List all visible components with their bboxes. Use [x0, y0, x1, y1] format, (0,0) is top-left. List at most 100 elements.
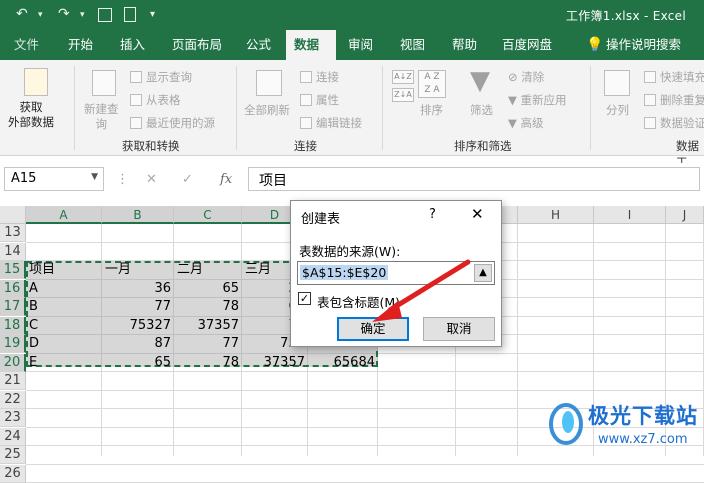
redo-dropdown-icon[interactable]: ▾	[80, 10, 85, 20]
table-cell[interactable]: 37357	[242, 354, 308, 372]
close-icon[interactable]: ✕	[471, 205, 484, 223]
tab-baidu-netdisk[interactable]: 百度网盘	[494, 30, 560, 60]
row-header-26[interactable]: 26	[0, 464, 26, 483]
table-cell[interactable]: B	[26, 298, 102, 316]
cancel-button[interactable]: 取消	[423, 317, 495, 341]
row-header-19[interactable]: 19	[0, 335, 26, 353]
sort-za-icon[interactable]: Z↓A	[392, 88, 414, 102]
customize-toolbar-icon[interactable]: ▾	[150, 9, 155, 20]
table-cell[interactable]: 65	[102, 354, 174, 372]
chevron-down-icon[interactable]: ▼	[91, 172, 98, 182]
name-box[interactable]: A15 ▼	[4, 167, 104, 191]
column-header-j[interactable]: J	[666, 206, 704, 224]
column-header-b[interactable]: B	[102, 206, 174, 224]
column-header-h[interactable]: H	[518, 206, 594, 224]
tab-insert[interactable]: 插入	[112, 30, 153, 60]
row-header-17[interactable]: 17	[0, 298, 26, 316]
tab-file[interactable]: 文件	[6, 30, 47, 60]
tab-view[interactable]: 视图	[392, 30, 433, 60]
confirm-entry-icon[interactable]: ✓	[182, 172, 193, 187]
sort-button[interactable]: 排序	[420, 102, 443, 118]
row-header-15[interactable]: 15	[0, 261, 26, 279]
table-cell[interactable]: 36	[102, 280, 174, 298]
tab-formulas[interactable]: 公式	[238, 30, 279, 60]
get-external-data-button[interactable]: 获取 外部数据	[8, 100, 54, 130]
print-preview-icon[interactable]	[124, 7, 136, 22]
clear-filter-button[interactable]: ⊘ 清除	[508, 69, 544, 85]
help-icon[interactable]: ?	[429, 207, 436, 222]
connections-button[interactable]: 连接	[300, 69, 339, 85]
formula-content: 项目	[259, 173, 287, 189]
select-all-corner[interactable]	[0, 206, 26, 224]
clear-filter-label: 清除	[521, 70, 545, 84]
table-cell[interactable]: 77	[102, 298, 174, 316]
formula-input[interactable]: 项目	[248, 167, 700, 191]
table-cell[interactable]: 一月	[102, 261, 174, 279]
more-options-icon[interactable]: ⋮	[116, 172, 129, 187]
undo-dropdown-icon[interactable]: ▾	[38, 10, 43, 20]
tell-me-search[interactable]: 操作说明搜索	[598, 30, 689, 60]
column-header-a[interactable]: A	[26, 206, 102, 224]
new-query-button[interactable]: 新建查 询	[84, 102, 119, 132]
refresh-all-button[interactable]: 全部刷新	[244, 102, 290, 118]
column-header-c[interactable]: C	[174, 206, 242, 224]
properties-button[interactable]: 属性	[300, 92, 339, 108]
row-header-18[interactable]: 18	[0, 316, 26, 335]
flash-fill-button[interactable]: 快速填充	[644, 69, 704, 85]
filter-button[interactable]: 筛选	[470, 102, 493, 118]
table-cell[interactable]: 78	[174, 298, 242, 316]
source-range-input[interactable]: $A$15:$E$20 ▲	[297, 261, 495, 285]
table-cell[interactable]: 二月	[174, 261, 242, 279]
row-header-20[interactable]: 20	[0, 353, 26, 372]
table-cell[interactable]: 75327	[102, 317, 174, 335]
remove-duplicates-button[interactable]: 删除重复	[644, 92, 704, 108]
collapse-dialog-icon[interactable]: ▲	[474, 264, 492, 282]
tab-page-layout[interactable]: 页面布局	[164, 30, 230, 60]
has-headers-label[interactable]: 表包含标题(M)	[317, 292, 400, 311]
cancel-entry-icon[interactable]: ✕	[146, 172, 157, 187]
text-to-columns-button[interactable]: 分列	[606, 102, 629, 118]
row-header-14[interactable]: 14	[0, 242, 26, 261]
sort-az-icon[interactable]: A↓Z	[392, 70, 414, 84]
insert-function-icon[interactable]: fx	[220, 172, 232, 187]
column-header-i[interactable]: I	[594, 206, 666, 224]
advanced-filter-button[interactable]: ▼ 高级	[508, 115, 544, 131]
table-cell[interactable]: 65	[174, 280, 242, 298]
table-cell[interactable]: 87	[102, 335, 174, 353]
table-cell[interactable]: C	[26, 317, 102, 335]
tab-review[interactable]: 审阅	[340, 30, 381, 60]
row-header-16[interactable]: 16	[0, 279, 26, 298]
get-external-data-icon	[24, 68, 48, 96]
row-header-24[interactable]: 24	[0, 427, 26, 446]
group-label-get-transform: 获取和转换	[122, 139, 180, 153]
table-cell[interactable]: D	[26, 335, 102, 353]
save-icon[interactable]	[98, 8, 112, 22]
has-headers-checkbox[interactable]: ✓	[298, 292, 311, 305]
reapply-button[interactable]: ▼ 重新应用	[508, 92, 567, 108]
recent-sources-button[interactable]: 最近使用的源	[130, 115, 215, 131]
show-query-button[interactable]: 显示查询	[130, 69, 192, 85]
tab-data[interactable]: 数据	[286, 30, 336, 60]
window-title: 工作簿1.xlsx - Excel	[565, 9, 686, 23]
table-cell[interactable]: A	[26, 280, 102, 298]
table-cell[interactable]: 77	[174, 335, 242, 353]
row-header-23[interactable]: 23	[0, 409, 26, 427]
table-cell[interactable]: 65684	[308, 354, 378, 372]
redo-icon[interactable]: ↷	[58, 6, 70, 22]
table-cell[interactable]: 37357	[174, 317, 242, 335]
row-header-21[interactable]: 21	[0, 372, 26, 390]
table-cell[interactable]: 项目	[26, 261, 102, 279]
data-validation-button[interactable]: 数据验证	[644, 115, 704, 131]
ok-button[interactable]: 确定	[337, 317, 409, 341]
row-header-22[interactable]: 22	[0, 390, 26, 409]
table-cell[interactable]: 78	[174, 354, 242, 372]
undo-icon[interactable]: ↶	[16, 6, 28, 22]
row-header-13[interactable]: 13	[0, 224, 26, 242]
row-header-25[interactable]: 25	[0, 446, 26, 464]
source-range-value: $A$15:$E$20	[300, 265, 389, 280]
tab-home[interactable]: 开始	[60, 30, 101, 60]
table-cell[interactable]: E	[26, 354, 102, 372]
from-table-button[interactable]: 从表格	[130, 92, 181, 108]
tab-help[interactable]: 帮助	[444, 30, 485, 60]
edit-links-button[interactable]: 编辑链接	[300, 115, 362, 131]
